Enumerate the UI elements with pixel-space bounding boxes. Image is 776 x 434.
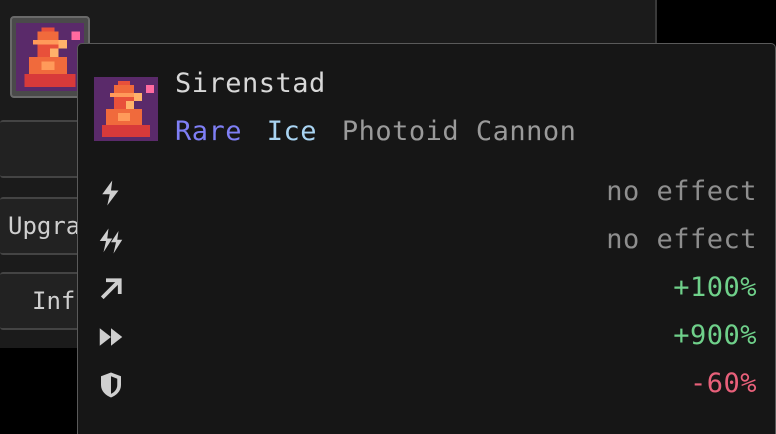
item-tooltip: Sirenstad Rare Ice Photoid Cannon no eff… xyxy=(77,43,776,434)
fast-forward-icon xyxy=(99,328,123,346)
lightning-icon xyxy=(102,180,119,206)
stat-value: +100% xyxy=(673,272,757,303)
item-element: Ice xyxy=(267,116,317,147)
stat-value: -60% xyxy=(689,368,757,399)
stat-row: +900% xyxy=(78,320,775,360)
stat-row: -60% xyxy=(78,368,775,408)
stat-row: no effect xyxy=(78,176,775,216)
item-name: Sirenstad xyxy=(175,68,326,99)
item-weapon-type: Photoid Cannon xyxy=(341,116,577,147)
stat-value: no effect xyxy=(606,224,757,255)
upgrade-button-label: Upgra xyxy=(8,212,81,240)
cannon-sprite-icon xyxy=(94,77,158,141)
item-rarity: Rare xyxy=(175,116,243,147)
stat-row: +100% xyxy=(78,272,775,312)
info-button-label: Inf xyxy=(32,287,76,315)
stat-row: no effect xyxy=(78,224,775,264)
shield-icon xyxy=(101,372,121,398)
panel-divider xyxy=(655,0,657,44)
cannon-sprite-icon xyxy=(16,23,84,91)
element-label: Ice xyxy=(266,116,318,147)
stat-value: +900% xyxy=(673,320,757,351)
double-lightning-icon xyxy=(99,228,123,254)
empty-area xyxy=(0,348,80,434)
arrow-up-right-icon xyxy=(100,278,122,300)
game-screen: Upgra Inf Sirenstad Rare Ice Photoid Can… xyxy=(0,0,776,434)
stat-value: no effect xyxy=(606,176,757,207)
item-subtitle: Rare Ice Photoid Cannon xyxy=(175,116,576,147)
